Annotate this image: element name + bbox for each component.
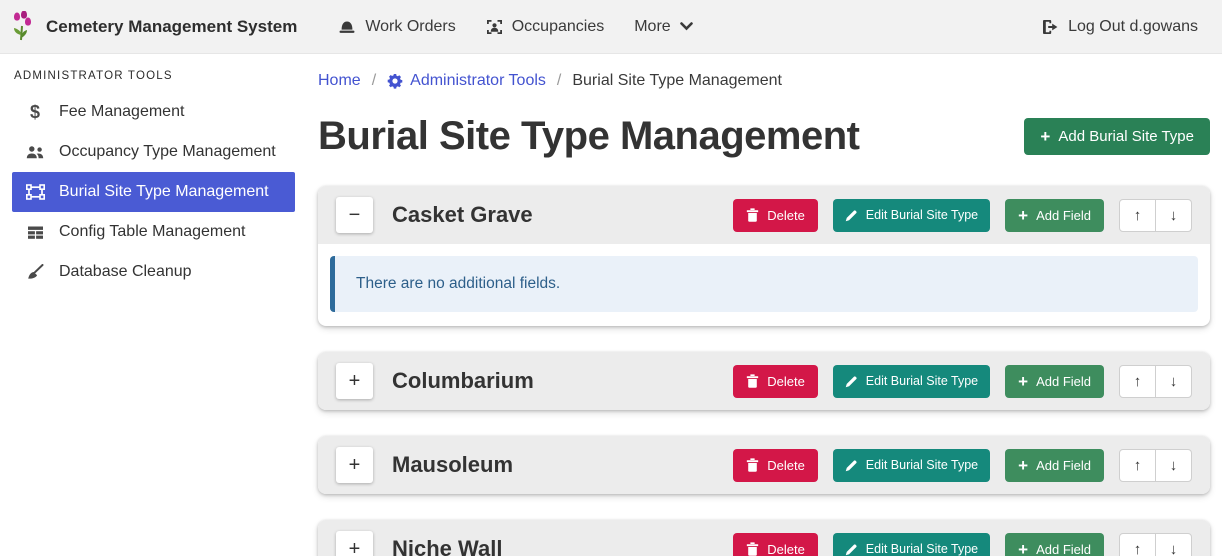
panel-header-casket-grave: − Casket Grave Delete bbox=[318, 186, 1210, 244]
expand-toggle-button[interactable]: + bbox=[336, 531, 373, 556]
logout-button[interactable]: Log Out d.gowans bbox=[1041, 18, 1198, 36]
breadcrumb-admin-tools-label: Administrator Tools bbox=[410, 72, 546, 90]
occupancy-icon bbox=[486, 19, 503, 35]
move-up-button[interactable]: ↑ bbox=[1119, 365, 1156, 398]
burial-site-type-panel: + Niche Wall Delete bbox=[318, 520, 1210, 556]
hard-hat-icon bbox=[338, 19, 356, 35]
trash-icon bbox=[746, 374, 759, 388]
add-field-button[interactable]: + Add Field bbox=[1005, 533, 1104, 556]
edit-burial-site-type-button[interactable]: Edit Burial Site Type bbox=[833, 199, 990, 232]
expand-toggle-button[interactable]: + bbox=[336, 363, 373, 399]
plus-icon: + bbox=[1040, 128, 1050, 145]
app-title: Cemetery Management System bbox=[46, 17, 297, 37]
broom-icon bbox=[22, 264, 48, 280]
nav-occupancies[interactable]: Occupancies bbox=[486, 18, 605, 36]
pencil-icon bbox=[845, 543, 858, 556]
nav-occupancies-label: Occupancies bbox=[512, 18, 605, 36]
collapse-toggle-button[interactable]: − bbox=[336, 197, 373, 233]
panel-title: Mausoleum bbox=[392, 452, 513, 478]
pencil-icon bbox=[845, 459, 858, 472]
page-title: Burial Site Type Management bbox=[318, 110, 859, 162]
panel-header-columbarium: + Columbarium Delete bbox=[318, 352, 1210, 410]
add-field-button[interactable]: + Add Field bbox=[1005, 199, 1104, 232]
nav-more-label: More bbox=[634, 18, 670, 36]
delete-button[interactable]: Delete bbox=[733, 199, 818, 232]
burial-site-type-panel: + Columbarium Delete bbox=[318, 352, 1210, 410]
breadcrumb-separator: / bbox=[557, 72, 561, 90]
move-up-button[interactable]: ↑ bbox=[1119, 449, 1156, 482]
burial-site-type-panel: + Mausoleum Delete bbox=[318, 436, 1210, 494]
plus-icon: + bbox=[1018, 207, 1028, 224]
sidebar-item-occupancy-type-management[interactable]: Occupancy Type Management bbox=[12, 132, 295, 172]
reorder-buttons: ↑ ↓ bbox=[1119, 365, 1192, 398]
table-icon bbox=[22, 225, 48, 240]
panel-title: Columbarium bbox=[392, 368, 534, 394]
pencil-icon bbox=[845, 209, 858, 222]
users-icon bbox=[22, 145, 48, 160]
breadcrumb-admin-tools-link[interactable]: Administrator Tools bbox=[387, 72, 546, 90]
move-down-button[interactable]: ↓ bbox=[1155, 199, 1192, 232]
reorder-buttons: ↑ ↓ bbox=[1119, 449, 1192, 482]
nav-more[interactable]: More bbox=[634, 18, 692, 36]
reorder-buttons: ↑ ↓ bbox=[1119, 533, 1192, 556]
delete-button[interactable]: Delete bbox=[733, 533, 818, 556]
burial-site-type-panel: − Casket Grave Delete bbox=[318, 186, 1210, 326]
move-down-button[interactable]: ↓ bbox=[1155, 449, 1192, 482]
panel-body: There are no additional fields. bbox=[318, 244, 1210, 326]
delete-button[interactable]: Delete bbox=[733, 449, 818, 482]
edit-burial-site-type-button[interactable]: Edit Burial Site Type bbox=[833, 449, 990, 482]
breadcrumb-home-link[interactable]: Home bbox=[318, 72, 361, 90]
move-up-button[interactable]: ↑ bbox=[1119, 533, 1156, 556]
sidebar-item-burial-site-type-management[interactable]: Burial Site Type Management bbox=[12, 172, 295, 212]
move-up-button[interactable]: ↑ bbox=[1119, 199, 1156, 232]
add-burial-site-type-button[interactable]: + Add Burial Site Type bbox=[1024, 118, 1210, 155]
object-group-icon bbox=[22, 184, 48, 200]
add-field-button[interactable]: + Add Field bbox=[1005, 365, 1104, 398]
trash-icon bbox=[746, 542, 759, 556]
edit-burial-site-type-button[interactable]: Edit Burial Site Type bbox=[833, 365, 990, 398]
plus-icon: + bbox=[1018, 457, 1028, 474]
sidebar-item-database-cleanup[interactable]: Database Cleanup bbox=[12, 252, 295, 292]
no-fields-alert: There are no additional fields. bbox=[330, 256, 1198, 312]
panel-header-niche-wall: + Niche Wall Delete bbox=[318, 520, 1210, 556]
sidebar-item-config-table-management[interactable]: Config Table Management bbox=[12, 212, 295, 252]
panel-title: Casket Grave bbox=[392, 202, 533, 228]
nav-work-orders-label: Work Orders bbox=[365, 18, 455, 36]
trash-icon bbox=[746, 458, 759, 472]
dollar-icon: $ bbox=[22, 102, 48, 123]
move-down-button[interactable]: ↓ bbox=[1155, 365, 1192, 398]
delete-button[interactable]: Delete bbox=[733, 365, 818, 398]
panel-title: Niche Wall bbox=[392, 536, 502, 556]
breadcrumb: Home / Administrator Tools / Burial Site… bbox=[318, 70, 1210, 92]
expand-toggle-button[interactable]: + bbox=[336, 447, 373, 483]
pencil-icon bbox=[845, 375, 858, 388]
move-down-button[interactable]: ↓ bbox=[1155, 533, 1192, 556]
main-content: Home / Administrator Tools / Burial Site… bbox=[300, 54, 1222, 556]
sidebar-heading: ADMINISTRATOR TOOLS bbox=[0, 58, 300, 92]
breadcrumb-current: Burial Site Type Management bbox=[572, 72, 782, 90]
gear-icon bbox=[387, 73, 403, 89]
add-field-button[interactable]: + Add Field bbox=[1005, 449, 1104, 482]
reorder-buttons: ↑ ↓ bbox=[1119, 199, 1192, 232]
sidebar-item-fee-management[interactable]: $ Fee Management bbox=[12, 92, 295, 132]
chevron-down-icon bbox=[680, 22, 693, 31]
edit-burial-site-type-button[interactable]: Edit Burial Site Type bbox=[833, 533, 990, 556]
breadcrumb-separator: / bbox=[372, 72, 376, 90]
sidebar: ADMINISTRATOR TOOLS $ Fee Management Occ… bbox=[0, 54, 300, 556]
brand[interactable]: Cemetery Management System bbox=[10, 11, 297, 43]
trash-icon bbox=[746, 208, 759, 222]
tulip-logo-icon bbox=[10, 11, 36, 43]
panel-header-mausoleum: + Mausoleum Delete bbox=[318, 436, 1210, 494]
plus-icon: + bbox=[1018, 541, 1028, 556]
logout-icon bbox=[1041, 19, 1059, 35]
top-navbar: Cemetery Management System Work Orders O… bbox=[0, 0, 1222, 54]
nav-work-orders[interactable]: Work Orders bbox=[338, 18, 455, 36]
logout-label: Log Out d.gowans bbox=[1068, 18, 1198, 36]
plus-icon: + bbox=[1018, 373, 1028, 390]
